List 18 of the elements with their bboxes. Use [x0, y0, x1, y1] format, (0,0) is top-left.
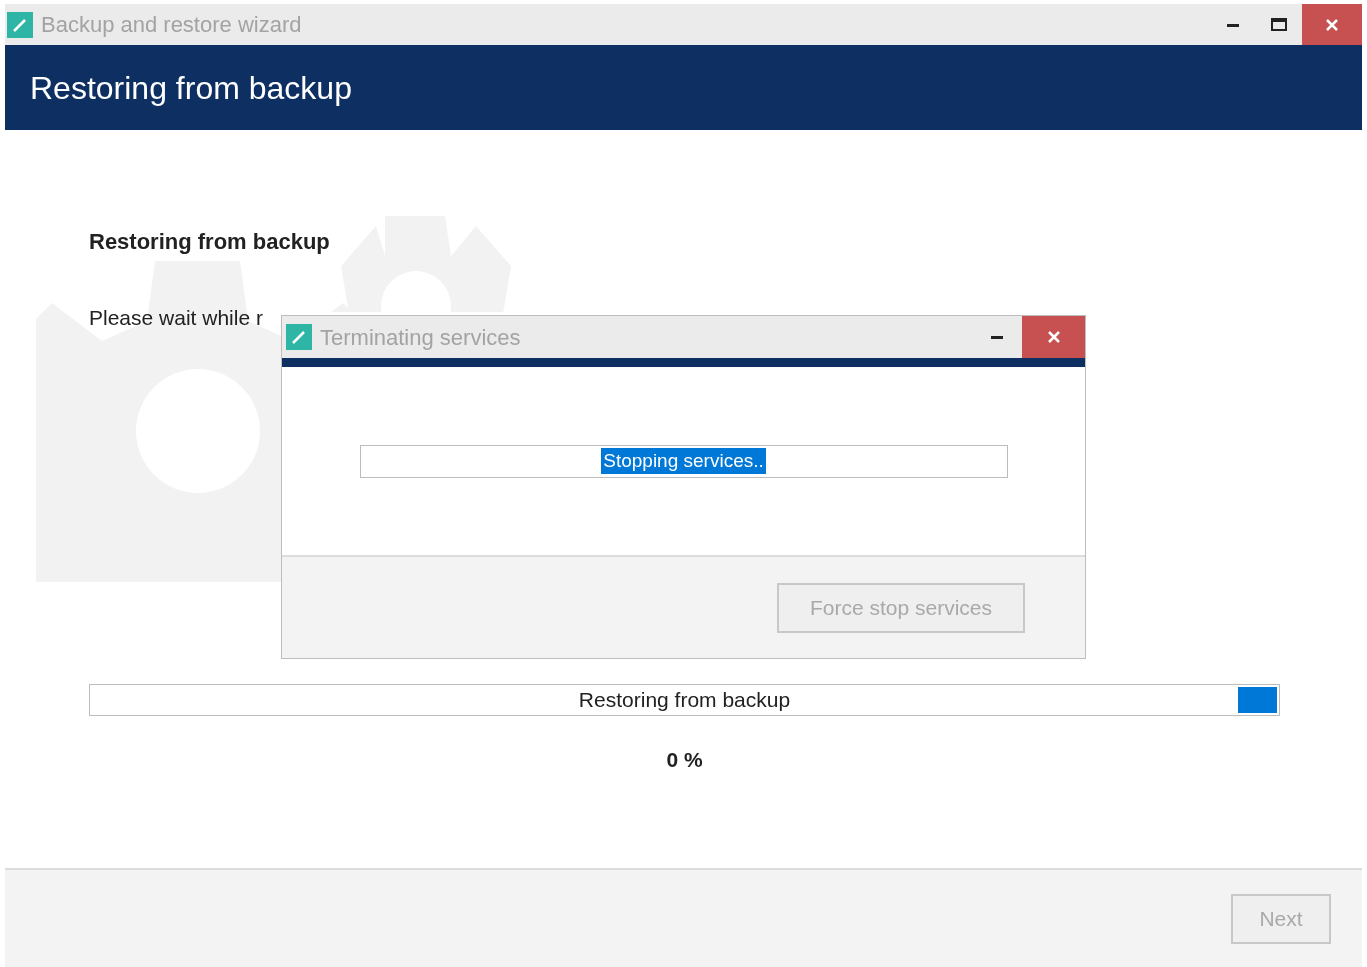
- close-icon: [1325, 17, 1339, 32]
- close-button[interactable]: [1302, 4, 1362, 45]
- window-title: Backup and restore wizard: [41, 11, 302, 39]
- close-button[interactable]: [1022, 316, 1085, 358]
- section-heading: Restoring from backup: [89, 228, 331, 256]
- service-status-text: Stopping services..: [601, 448, 766, 474]
- status-message: Please wait while r: [89, 305, 264, 331]
- minimize-icon: [1227, 22, 1239, 27]
- header-title: Restoring from backup: [30, 68, 352, 108]
- dialog-title: Terminating services: [320, 323, 521, 352]
- maximize-icon: [1271, 18, 1287, 31]
- app-icon: [7, 11, 33, 38]
- progress-percent: 0 %: [666, 747, 703, 773]
- minimize-icon: [991, 335, 1003, 339]
- progress-marquee-chunk: [1238, 687, 1277, 713]
- close-icon: [1046, 330, 1061, 344]
- progress-label: Restoring from backup: [578, 687, 791, 714]
- app-icon: [286, 324, 312, 350]
